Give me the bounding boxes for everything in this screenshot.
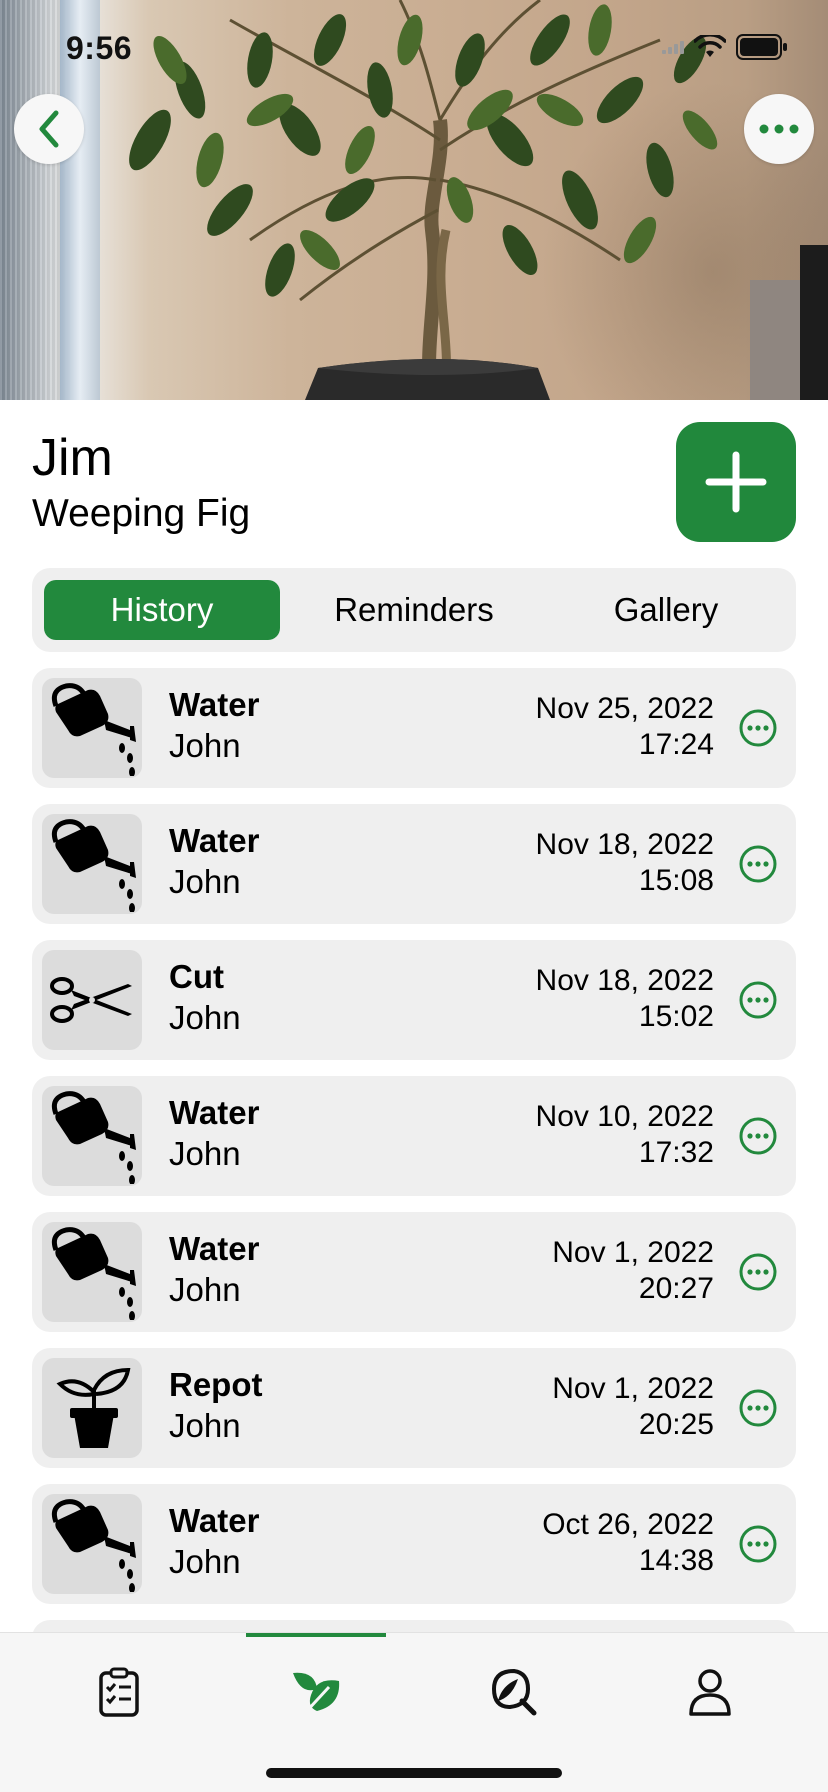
history-row[interactable]: Water John Nov 25, 2022 17:24 — [32, 668, 796, 788]
history-action: Water — [169, 822, 260, 859]
history-time: 15:02 — [638, 1000, 714, 1033]
segmented-tabs: History Reminders Gallery — [32, 568, 796, 652]
watering-can-icon — [42, 1086, 142, 1186]
history-user: John — [169, 1407, 241, 1444]
wifi-icon — [694, 35, 726, 57]
history-action: Water — [169, 1230, 260, 1267]
history-row[interactable]: Cut John Nov 18, 2022 15:02 — [32, 940, 796, 1060]
history-user: John — [169, 999, 241, 1036]
plant-species: Weeping Fig — [32, 492, 251, 535]
row-more-icon[interactable] — [738, 708, 778, 748]
history-row[interactable]: Water John Nov 18, 2022 15:08 — [32, 804, 796, 924]
watering-can-icon — [42, 1222, 142, 1322]
add-entry-button[interactable] — [676, 422, 796, 542]
history-row[interactable]: Water John Nov 10, 2022 17:32 — [32, 1076, 796, 1196]
history-time: 14:38 — [638, 1544, 714, 1577]
history-row[interactable]: Repot John Nov 1, 2022 20:25 — [32, 1348, 796, 1468]
watering-can-icon — [42, 1494, 142, 1594]
search-leaf-icon — [491, 1668, 537, 1716]
history-date: Nov 25, 2022 — [535, 692, 714, 725]
history-date: Nov 10, 2022 — [535, 1100, 714, 1133]
battery-icon — [736, 34, 787, 60]
clipboard-checklist-icon — [99, 1667, 139, 1717]
plant-pot-icon — [42, 1358, 142, 1458]
plus-icon — [705, 451, 767, 513]
tab-tasks[interactable] — [84, 1657, 154, 1727]
row-more-icon[interactable] — [738, 980, 778, 1020]
watering-can-icon — [42, 678, 142, 778]
history-date: Nov 1, 2022 — [552, 1372, 714, 1405]
status-icons — [662, 34, 788, 60]
history-row[interactable]: Water John Oct 26, 2022 14:38 — [32, 1484, 796, 1604]
watering-can-icon — [42, 814, 142, 914]
chevron-left-icon — [39, 110, 59, 148]
tab-explore[interactable] — [478, 1657, 548, 1727]
row-more-icon[interactable] — [738, 1116, 778, 1156]
history-user: John — [169, 1543, 241, 1580]
history-date: Oct 26, 2022 — [542, 1508, 714, 1541]
history-user: John — [169, 1135, 241, 1172]
row-more-icon[interactable] — [738, 1252, 778, 1292]
history-action: Water — [169, 686, 260, 723]
more-options-button[interactable] — [744, 94, 814, 164]
history-user: John — [169, 863, 241, 900]
ellipsis-icon — [759, 124, 799, 134]
history-action: Repot — [169, 1366, 263, 1403]
history-date: Nov 1, 2022 — [552, 1236, 714, 1269]
row-more-icon[interactable] — [738, 1524, 778, 1564]
plant-name: Jim — [32, 429, 113, 487]
active-tab-indicator — [246, 1633, 386, 1637]
history-action: Cut — [169, 958, 224, 995]
history-action: Water — [169, 1502, 260, 1539]
home-indicator — [266, 1768, 562, 1778]
history-action: Water — [169, 1094, 260, 1131]
history-user: John — [169, 727, 241, 764]
history-time: 20:27 — [638, 1272, 714, 1305]
person-icon — [689, 1669, 731, 1716]
leaves-icon — [293, 1672, 340, 1715]
tab-history[interactable]: History — [44, 580, 280, 640]
tab-profile[interactable] — [675, 1657, 745, 1727]
history-time: 15:08 — [638, 864, 714, 897]
cellular-signal-icon — [662, 41, 684, 54]
history-date: Nov 18, 2022 — [535, 964, 714, 997]
tab-reminders[interactable]: Reminders — [292, 580, 536, 640]
history-time: 17:24 — [638, 728, 714, 761]
history-row[interactable]: Water John Nov 1, 2022 20:27 — [32, 1212, 796, 1332]
history-date: Nov 18, 2022 — [535, 828, 714, 861]
history-time: 20:25 — [638, 1408, 714, 1441]
status-time: 9:56 — [66, 30, 133, 66]
history-time: 17:32 — [638, 1136, 714, 1169]
back-button[interactable] — [14, 94, 84, 164]
row-more-icon[interactable] — [738, 1388, 778, 1428]
tab-plants[interactable] — [281, 1657, 351, 1727]
row-more-icon[interactable] — [738, 844, 778, 884]
tab-gallery[interactable]: Gallery — [548, 580, 784, 640]
history-user: John — [169, 1271, 241, 1308]
scissors-icon — [42, 950, 142, 1050]
